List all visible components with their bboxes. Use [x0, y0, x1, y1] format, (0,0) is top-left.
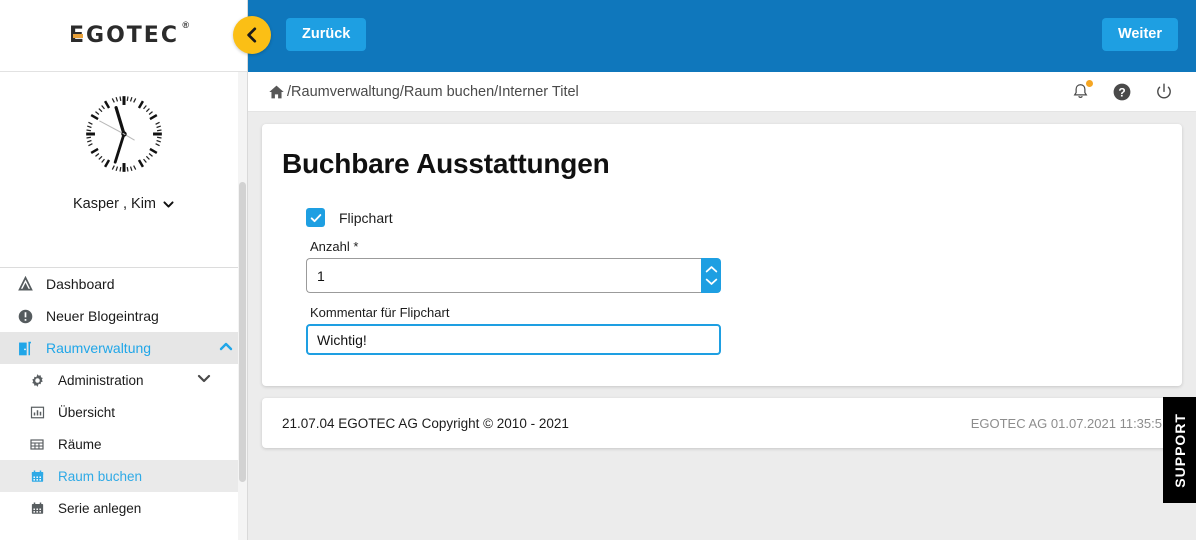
- dashboard-icon: [14, 275, 36, 293]
- sidebar-item-raeume[interactable]: Räume: [0, 428, 247, 460]
- sidebar-item-label: Administration: [58, 372, 144, 388]
- chevron-up-icon: [705, 266, 717, 273]
- support-tab-label: SUPPORT: [1171, 412, 1188, 488]
- logo[interactable]: EGOTEC ®: [0, 0, 247, 72]
- sidebar-item-raumverwaltung[interactable]: Raumverwaltung: [0, 332, 247, 364]
- flipchart-checkbox-row: Flipchart: [306, 208, 1162, 227]
- page-title: Buchbare Ausstattungen: [282, 148, 610, 179]
- sidebar-nav: Dashboard Neuer Blogeintrag Raumverwaltu…: [0, 268, 247, 524]
- app-root: EGOTEC ® Kasper , Kim Dashboard Neuer Bl…: [0, 0, 1196, 540]
- door-icon: [14, 339, 36, 357]
- calendar-icon: [26, 499, 48, 517]
- sidebar-item-label: Räume: [58, 436, 102, 452]
- required-marker: *: [353, 239, 359, 254]
- support-tab[interactable]: SUPPORT: [1163, 397, 1196, 503]
- sidebar-item-neuer-blogeintrag[interactable]: Neuer Blogeintrag: [0, 300, 247, 332]
- exclamation-circle-icon: [14, 307, 36, 325]
- chart-bars-icon: [26, 403, 48, 421]
- home-icon[interactable]: [268, 84, 285, 100]
- chevron-down-icon[interactable]: [196, 371, 212, 390]
- bell-icon[interactable]: [1071, 79, 1093, 102]
- chevron-down-icon: [705, 278, 717, 285]
- amount-input[interactable]: [306, 258, 701, 293]
- flipchart-checkbox-label: Flipchart: [339, 209, 393, 226]
- sidebar-item-label: Raumverwaltung: [46, 340, 152, 356]
- footer-timestamp: EGOTEC AG 01.07.2021 11:35:5: [970, 415, 1162, 431]
- check-icon: [310, 213, 321, 222]
- analog-clock-avatar-icon: [85, 95, 163, 173]
- calendar-icon: [26, 467, 48, 485]
- equipment-form: Flipchart Anzahl * 1 Kommentar für Flipc…: [306, 208, 1162, 355]
- footer-card: 21.07.04 EGOTEC AG Copyright © 2010 - 20…: [262, 398, 1182, 448]
- amount-label-text: Anzahl: [310, 239, 350, 254]
- sidebar-item-dashboard[interactable]: Dashboard: [0, 268, 247, 300]
- notification-badge: [1086, 79, 1093, 87]
- chevron-up-icon[interactable]: [218, 339, 234, 358]
- help-icon[interactable]: ?: [1112, 82, 1132, 102]
- amount-stepper: [306, 258, 721, 293]
- amount-spinner: [701, 258, 721, 293]
- breadcrumb-path: /Raumverwaltung/Raum buchen/Interner Tit…: [287, 83, 579, 100]
- breadcrumb-bar: /Raumverwaltung/Raum buchen/Interner Tit…: [248, 72, 1196, 112]
- sidebar-scrollbar-thumb[interactable]: [239, 182, 246, 482]
- gear-icon: [26, 371, 48, 389]
- breadcrumb[interactable]: /Raumverwaltung/Raum buchen/Interner Tit…: [268, 84, 579, 100]
- sidebar-item-label: Dashboard: [46, 276, 115, 292]
- sidebar: EGOTEC ® Kasper , Kim Dashboard Neuer Bl…: [0, 0, 248, 540]
- sidebar-scrollbar-track[interactable]: [238, 72, 247, 540]
- spinner-down-button[interactable]: [705, 277, 718, 286]
- svg-text:?: ?: [1118, 85, 1125, 99]
- sidebar-item-label: Neuer Blogeintrag: [46, 308, 159, 324]
- collapse-sidebar-button[interactable]: [233, 16, 271, 54]
- amount-field-label: Anzahl *: [310, 239, 1162, 254]
- profile-panel: Kasper , Kim: [0, 72, 247, 268]
- power-icon[interactable]: [1154, 82, 1174, 102]
- breadcrumb-actions: ?: [1071, 79, 1174, 102]
- chevron-down-icon: [163, 200, 174, 208]
- sidebar-item-label: Serie anlegen: [58, 500, 142, 516]
- comment-input[interactable]: [306, 324, 721, 355]
- next-button[interactable]: Weiter: [1101, 18, 1178, 51]
- comment-field-label: Kommentar für Flipchart: [310, 305, 450, 320]
- sidebar-item-administration[interactable]: Administration: [0, 364, 247, 396]
- copyright-text: 21.07.04 EGOTEC AG Copyright © 2010 - 20…: [282, 415, 569, 431]
- top-action-bar: Zurück Weiter: [233, 0, 1196, 72]
- spinner-up-button[interactable]: [705, 265, 718, 274]
- sidebar-item-uebersicht[interactable]: Übersicht: [0, 396, 247, 428]
- main-content: Buchbare Ausstattungen Flipchart Anzahl …: [248, 112, 1196, 540]
- sidebar-item-raum-buchen[interactable]: Raum buchen: [0, 460, 247, 492]
- back-button[interactable]: Zurück: [286, 18, 367, 51]
- flipchart-checkbox[interactable]: [306, 208, 325, 227]
- sidebar-item-serie-anlegen[interactable]: Serie anlegen: [0, 492, 247, 524]
- logo-registered-mark: ®: [182, 20, 189, 30]
- user-menu[interactable]: Kasper , Kim: [73, 196, 175, 212]
- logo-text: EGOTEC: [69, 23, 179, 48]
- chevron-left-icon: [247, 27, 257, 43]
- user-name-label: Kasper , Kim: [73, 196, 156, 212]
- sidebar-item-label: Raum buchen: [58, 468, 143, 484]
- table-grid-icon: [26, 435, 48, 453]
- sidebar-item-label: Übersicht: [58, 404, 116, 420]
- logo-accent-bar: [73, 34, 84, 38]
- equipment-card: Buchbare Ausstattungen Flipchart Anzahl …: [262, 124, 1182, 386]
